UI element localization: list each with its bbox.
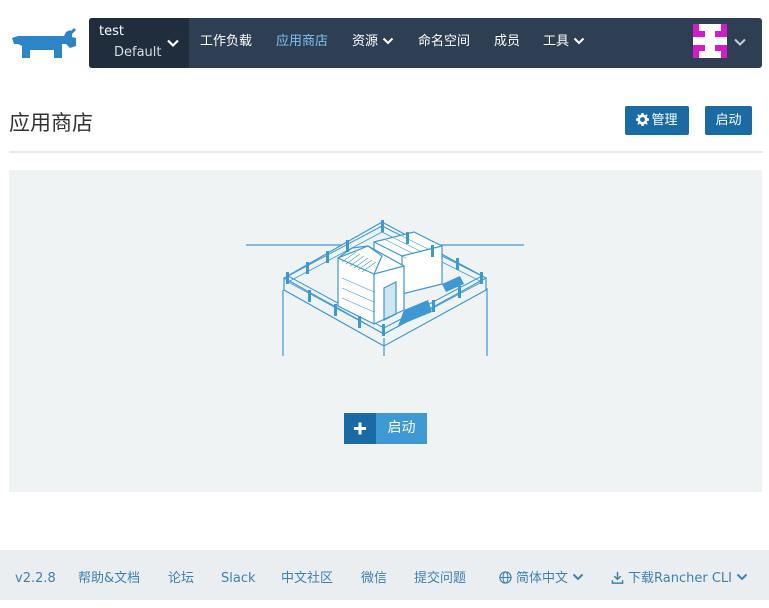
empty-launch-label: 启动 <box>376 413 427 444</box>
footer-link-file-issue[interactable]: 提交问题 <box>414 550 466 600</box>
empty-state-panel: 启动 <box>9 170 762 492</box>
cluster-project-switcher[interactable]: test Default <box>89 18 189 68</box>
header: test Default 工作负载 应用商店 资源 命名空间 成员 工具 <box>0 0 769 88</box>
download-icon <box>611 571 624 584</box>
nav-label: 应用商店 <box>276 34 329 49</box>
nav-label: 资源 <box>352 34 379 49</box>
divider <box>9 151 763 153</box>
nav-members[interactable]: 成员 <box>494 18 520 68</box>
cli-label: 下载Rancher CLI <box>628 571 732 586</box>
manage-button[interactable]: 管理 <box>625 106 689 135</box>
empty-launch-button[interactable]: 启动 <box>344 413 427 444</box>
footer-link-wechat[interactable]: 微信 <box>361 550 387 600</box>
launch-button[interactable]: 启动 <box>705 106 752 135</box>
download-cli-menu[interactable]: 下载Rancher CLI <box>611 550 748 600</box>
launch-label: 启动 <box>715 113 742 128</box>
gear-icon <box>636 112 650 126</box>
footer-link-docs[interactable]: 帮助&文档 <box>78 550 140 600</box>
nav-tools[interactable]: 工具 <box>543 18 585 68</box>
language-label: 简体中文 <box>516 571 569 586</box>
nav-label: 工作负载 <box>200 34 253 49</box>
nav-label: 命名空间 <box>418 34 471 49</box>
farm-illustration <box>246 220 524 356</box>
nav-label: 工具 <box>543 34 570 49</box>
chevron-down-icon[interactable] <box>733 35 747 49</box>
manage-label: 管理 <box>651 113 678 128</box>
chevron-down-icon <box>573 37 585 44</box>
chevron-down-icon <box>382 37 394 44</box>
plus-icon <box>344 413 376 444</box>
cluster-name: test <box>99 24 124 39</box>
project-name: Default <box>114 45 162 60</box>
page-title: 应用商店 <box>9 111 93 135</box>
chevron-down-icon <box>167 39 179 48</box>
nav-label: 成员 <box>494 34 521 49</box>
version-label: v2.2.8 <box>15 571 56 586</box>
rancher-logo[interactable] <box>10 28 78 62</box>
nav-resources[interactable]: 资源 <box>352 18 394 68</box>
footer: v2.2.8 帮助&文档 论坛 Slack 中文社区 微信 提交问题 简体中文 … <box>0 550 769 600</box>
footer-link-community[interactable]: 中文社区 <box>281 550 333 600</box>
footer-link-forum[interactable]: 论坛 <box>168 550 194 600</box>
globe-icon <box>499 570 512 584</box>
chevron-down-icon <box>572 573 584 581</box>
language-selector[interactable]: 简体中文 <box>499 550 584 600</box>
nav-catalog-apps[interactable]: 应用商店 <box>276 18 328 68</box>
chevron-down-icon <box>736 573 748 581</box>
footer-link-slack[interactable]: Slack <box>221 550 256 600</box>
user-avatar[interactable] <box>693 24 727 58</box>
top-nav-bar: test Default 工作负载 应用商店 资源 命名空间 成员 工具 <box>89 18 762 68</box>
nav-namespaces[interactable]: 命名空间 <box>418 18 470 68</box>
nav-workloads[interactable]: 工作负载 <box>200 18 252 68</box>
